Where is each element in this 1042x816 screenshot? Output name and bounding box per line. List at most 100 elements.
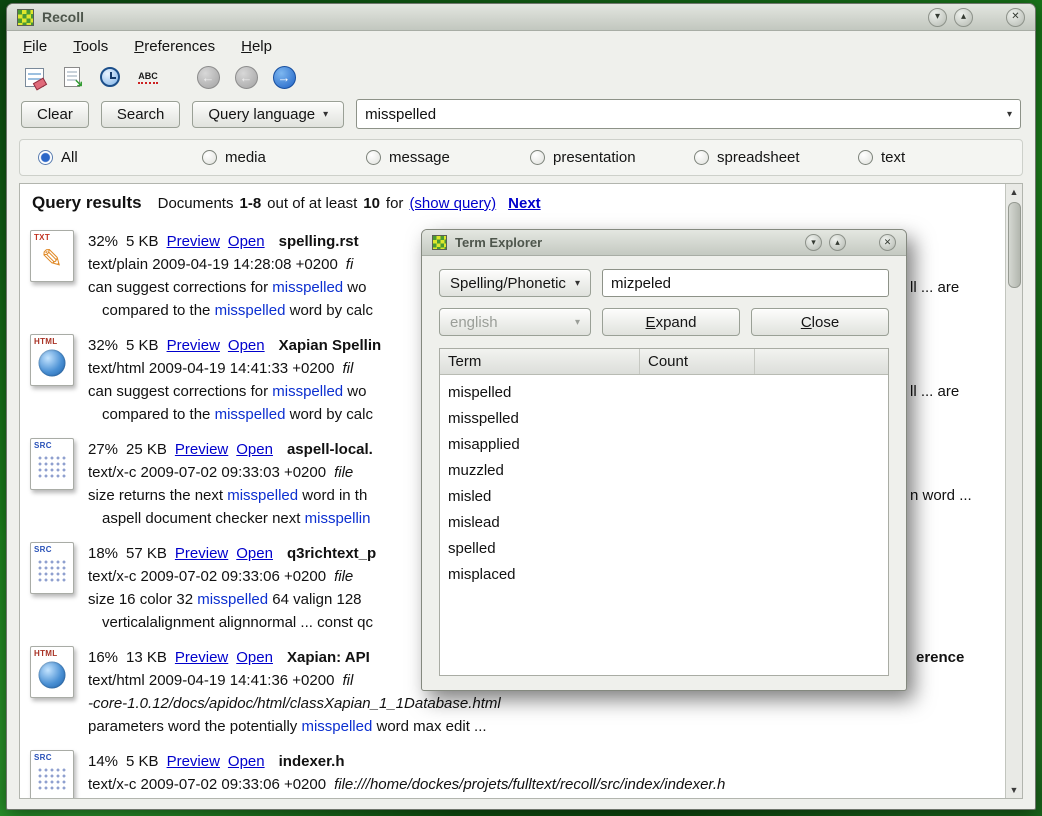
close-button[interactable]: ✕: [1006, 8, 1025, 27]
filter-text[interactable]: text: [858, 149, 1022, 166]
scrollbar-thumb[interactable]: [1008, 202, 1021, 288]
menu-file[interactable]: File: [23, 38, 47, 55]
results-total: 10: [363, 195, 380, 212]
preview-link[interactable]: Preview: [167, 233, 220, 250]
result-item: SRC14%5 KBPreviewOpenindexer.htext/x-c 2…: [20, 743, 1022, 799]
chevron-down-icon: ▾: [1001, 109, 1012, 120]
history-button[interactable]: [97, 64, 123, 90]
term-explorer-button[interactable]: ABC: [135, 64, 161, 90]
snippet-text: word by calc: [285, 406, 373, 423]
result-relevance: 16%: [88, 649, 118, 666]
globe-icon: [39, 350, 66, 377]
term-input[interactable]: [602, 269, 889, 297]
filter-message[interactable]: message: [366, 149, 530, 166]
term-row[interactable]: misspelled: [440, 406, 888, 432]
save-query-button[interactable]: [59, 64, 85, 90]
result-path: fi: [346, 256, 354, 273]
preview-link[interactable]: Preview: [167, 337, 220, 354]
open-link[interactable]: Open: [236, 441, 273, 458]
prev-page-button[interactable]: ←: [233, 64, 259, 90]
search-button[interactable]: Search: [101, 101, 181, 128]
radio-icon: [694, 150, 709, 165]
term-row[interactable]: misapplied: [440, 432, 888, 458]
open-link[interactable]: Open: [228, 753, 265, 770]
term-explorer-dialog: Term Explorer ▾▴✕ Spelling/Phonetic ▾ en…: [421, 229, 907, 691]
search-query-input[interactable]: ▾: [356, 99, 1021, 129]
term-cell: mislead: [440, 510, 640, 536]
shade-button[interactable]: ▾: [805, 234, 822, 251]
unshade-button[interactable]: ▴: [829, 234, 846, 251]
next-page-link[interactable]: Next: [508, 195, 541, 212]
term-input-value[interactable]: [611, 275, 880, 292]
query-language-select[interactable]: Query language ▾: [192, 101, 344, 128]
term-row[interactable]: mislead: [440, 510, 888, 536]
snippet-text: word max edit ...: [372, 718, 486, 735]
term-row[interactable]: muzzled: [440, 458, 888, 484]
preview-link[interactable]: Preview: [175, 649, 228, 666]
open-link[interactable]: Open: [236, 649, 273, 666]
expansion-mode-select[interactable]: Spelling/Phonetic ▾: [439, 269, 591, 297]
preview-link[interactable]: Preview: [175, 545, 228, 562]
term-explorer-titlebar[interactable]: Term Explorer ▾▴✕: [422, 230, 906, 256]
source-dots-icon: [37, 559, 67, 583]
result-path: fil: [342, 672, 353, 689]
show-query-link[interactable]: (show query): [409, 195, 496, 212]
menu-help[interactable]: Help: [241, 38, 272, 55]
open-link[interactable]: Open: [228, 233, 265, 250]
file-type-badge: TXT: [34, 233, 50, 242]
filter-media[interactable]: media: [202, 149, 366, 166]
src-file-icon: SRC: [30, 750, 74, 799]
open-link[interactable]: Open: [236, 545, 273, 562]
close-button[interactable]: ✕: [879, 234, 896, 251]
filter-label: All: [61, 149, 78, 166]
language-select[interactable]: english ▾: [439, 308, 591, 336]
term-row[interactable]: misled: [440, 484, 888, 510]
result-size: 5 KB: [126, 337, 159, 354]
preview-link[interactable]: Preview: [167, 753, 220, 770]
snippet-text: can suggest corrections for: [88, 383, 272, 400]
preview-link[interactable]: Preview: [175, 441, 228, 458]
result-meta-line: text/x-c 2009-07-02 09:33:06 +0200 file:/…: [88, 773, 1002, 796]
snippet-text: compared to the: [102, 302, 215, 319]
term-table-header[interactable]: Term Count: [440, 349, 888, 375]
next-page-button[interactable]: →: [271, 64, 297, 90]
expand-button[interactable]: Expand: [602, 308, 740, 336]
unshade-button[interactable]: ▴: [954, 8, 973, 27]
chevron-down-icon: ▾: [323, 109, 328, 120]
clear-search-button[interactable]: [21, 64, 47, 90]
close-button[interactable]: Close: [751, 308, 889, 336]
result-mime-date: text/x-c 2009-07-02 09:33:06 +0200: [88, 568, 326, 585]
results-scrollbar[interactable]: ▲ ▼: [1005, 184, 1022, 798]
table-eraser-icon: [25, 68, 44, 87]
search-query-value[interactable]: [365, 106, 1001, 123]
result-mime-date: text/html 2009-04-19 14:41:36 +0200: [88, 672, 334, 689]
count-column-header[interactable]: Count: [640, 349, 755, 374]
term-column-header[interactable]: Term: [440, 349, 640, 374]
scroll-down-icon[interactable]: ▼: [1010, 782, 1019, 798]
term-cell: misspelled: [440, 406, 640, 432]
clear-button[interactable]: Clear: [21, 101, 89, 128]
term-row[interactable]: misplaced: [440, 562, 888, 588]
result-mime-date: text/x-c 2009-07-02 09:33:06 +0200: [88, 776, 326, 793]
src-file-icon: SRC: [30, 542, 74, 594]
menu-tools[interactable]: Tools: [73, 38, 108, 55]
first-page-button[interactable]: ←: [195, 64, 221, 90]
shade-button[interactable]: ▾: [928, 8, 947, 27]
radio-icon: [530, 150, 545, 165]
filter-presentation[interactable]: presentation: [530, 149, 694, 166]
term-row[interactable]: spelled: [440, 536, 888, 562]
recoll-app-icon: [432, 235, 447, 250]
scroll-up-icon[interactable]: ▲: [1010, 184, 1019, 200]
filter-spreadsheet[interactable]: spreadsheet: [694, 149, 858, 166]
window-title: Recoll: [42, 9, 84, 25]
snippet-text: 64 valign 128: [268, 591, 361, 608]
count-cell: [640, 406, 755, 432]
result-relevance: 27%: [88, 441, 118, 458]
titlebar[interactable]: Recoll ▾ ▴ ✕: [7, 4, 1035, 31]
result-path: file:///home/dockes/projets/fulltext/rec…: [334, 776, 725, 793]
term-row[interactable]: mispelled: [440, 380, 888, 406]
spellcheck-abc-icon: ABC: [138, 71, 158, 84]
open-link[interactable]: Open: [228, 337, 265, 354]
filter-all[interactable]: All: [38, 149, 202, 166]
menu-preferences[interactable]: Preferences: [134, 38, 215, 55]
